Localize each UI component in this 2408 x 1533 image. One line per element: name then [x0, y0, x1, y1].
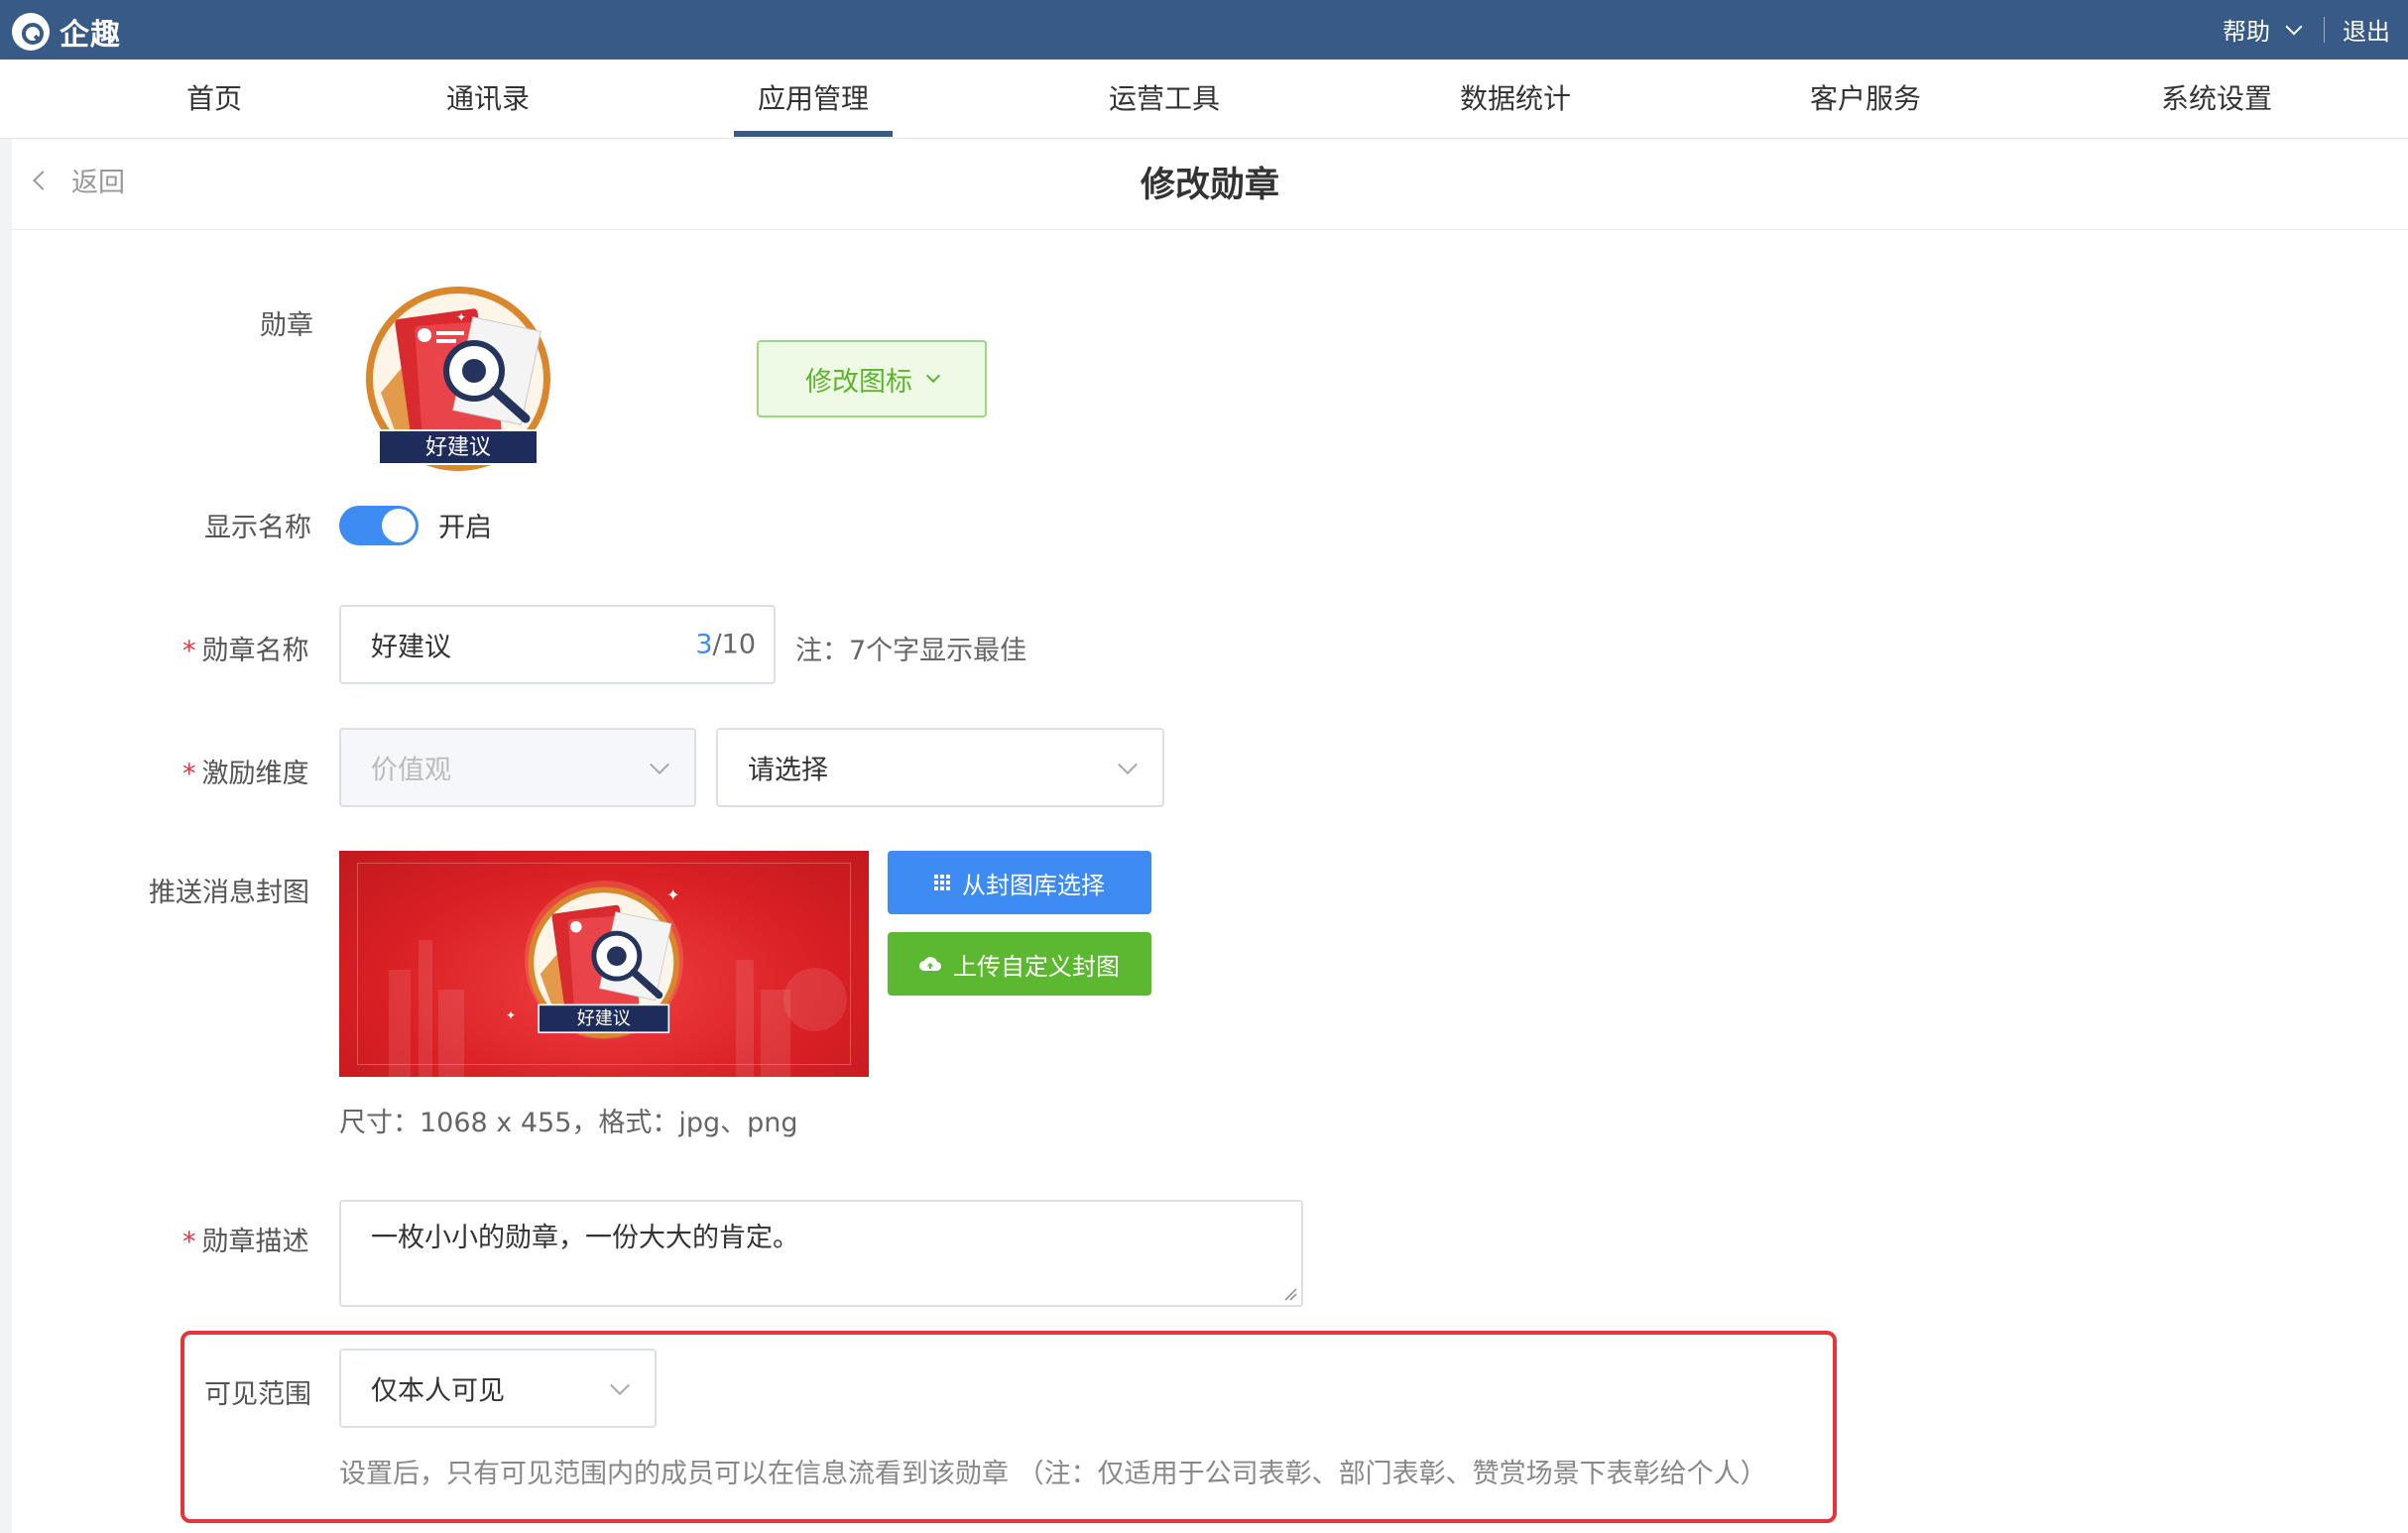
badge-label: 勋章	[260, 310, 313, 341]
show-name-status: 开启	[438, 513, 492, 543]
divider	[2324, 16, 2325, 43]
visibility-select[interactable]: 仅本人可见	[339, 1349, 657, 1428]
nav-item-customer-service[interactable]: 客户服务	[1810, 59, 1921, 139]
description-textarea[interactable]: 一枚小小的勋章，一份大大的肯定。	[339, 1200, 1303, 1307]
nav-item-app-management[interactable]: 应用管理	[758, 59, 869, 139]
dimension-secondary-placeholder: 请选择	[748, 755, 828, 786]
svg-text:✦: ✦	[506, 1008, 516, 1022]
dimension-label: * 激励维度	[182, 759, 309, 789]
nav-item-statistics[interactable]: 数据统计	[1460, 59, 1571, 139]
cover-image: 好建议 ✦ ✦	[339, 851, 869, 1077]
badge-name-value: 好建议	[371, 632, 451, 663]
nav-item-contacts[interactable]: 通讯录	[446, 59, 530, 139]
cover-library-button[interactable]: 从封图库选择	[888, 851, 1151, 914]
cover-upload-label: 上传自定义封图	[953, 952, 1120, 981]
cover-caption: 好建议	[577, 1008, 631, 1029]
page-header: 返回 修改勋章	[12, 139, 2408, 230]
page-title: 修改勋章	[1140, 166, 1279, 205]
visibility-value: 仅本人可见	[371, 1375, 505, 1407]
chevron-down-icon	[610, 1375, 630, 1396]
svg-text:✦: ✦	[666, 885, 679, 904]
description-label: * 勋章描述	[182, 1227, 309, 1257]
top-right-menu: 帮助 退出	[2223, 12, 2390, 47]
app-logo[interactable]: 企趣	[12, 10, 121, 54]
chevron-down-icon	[650, 755, 669, 775]
show-name-label: 显示名称	[204, 513, 311, 543]
badge-name-label: * 勋章名称	[182, 636, 309, 666]
nav-item-home[interactable]: 首页	[186, 59, 242, 139]
cover-library-label: 从封图库选择	[962, 871, 1105, 899]
visibility-label: 可见范围	[204, 1379, 311, 1410]
modify-icon-label: 修改图标	[805, 366, 912, 398]
help-menu[interactable]: 帮助	[2223, 12, 2270, 47]
cover-size-note: 尺寸：1068 x 455，格式：jpg、png	[339, 1108, 798, 1138]
nav-item-system-settings[interactable]: 系统设置	[2161, 59, 2272, 139]
cover-label: 推送消息封图	[149, 878, 309, 908]
nav-item-operation-tools[interactable]: 运营工具	[1109, 59, 1220, 139]
description-value: 一枚小小的勋章，一份大大的肯定。	[371, 1223, 799, 1253]
nav-active-indicator	[734, 131, 893, 137]
app-name: 企趣	[60, 18, 121, 53]
cover-upload-button[interactable]: 上传自定义封图	[888, 932, 1151, 996]
chevron-down-icon[interactable]	[2285, 18, 2303, 35]
top-bar: 企趣 帮助 退出	[0, 0, 2408, 59]
logout-link[interactable]: 退出	[2343, 12, 2390, 47]
dimension-secondary-select[interactable]: 请选择	[716, 728, 1164, 807]
char-counter: 3/10	[695, 629, 756, 660]
badge-name-input[interactable]: 好建议 3/10	[339, 605, 776, 684]
main-nav: 首页 通讯录 应用管理 运营工具 数据统计 客户服务 系统设置	[0, 59, 2408, 139]
svg-text:✦: ✦	[456, 310, 466, 324]
cloud-upload-icon	[919, 957, 941, 972]
name-note: 注：7个字显示最佳	[795, 636, 1027, 666]
show-name-toggle[interactable]	[339, 506, 419, 545]
toggle-knob	[382, 509, 416, 542]
content-card: 返回 修改勋章 勋章 ✦ 好建议 修改图标 显示名称 开启 * 勋章名称 好建议 …	[12, 139, 2408, 1533]
logo-icon	[12, 13, 50, 51]
badge-image: ✦ 好建议	[366, 287, 550, 471]
grid-icon	[934, 875, 950, 890]
dimension-primary-value: 价值观	[371, 755, 451, 786]
resize-handle-icon[interactable]	[1283, 1287, 1297, 1301]
dimension-primary-select: 价值观	[339, 728, 696, 807]
badge-caption: 好建议	[425, 435, 491, 460]
modify-icon-button[interactable]: 修改图标	[757, 340, 987, 417]
chevron-down-icon	[1118, 755, 1138, 775]
visibility-note: 设置后，只有可见范围内的成员可以在信息流看到该勋章 （注：仅适用于公司表彰、部门…	[339, 1459, 1767, 1489]
chevron-down-icon	[925, 368, 941, 384]
